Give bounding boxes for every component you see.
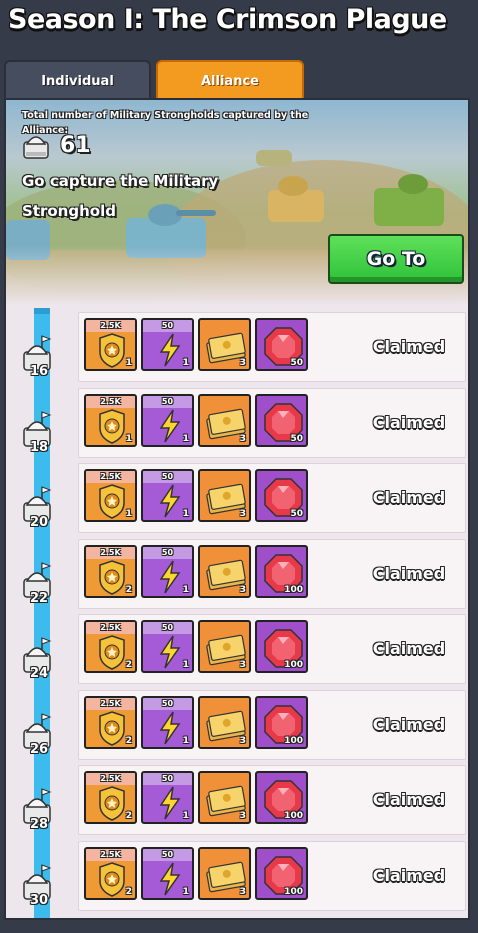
milestone-marker: 22 — [20, 561, 54, 611]
go-to-button[interactable]: Go To — [328, 234, 464, 284]
energy-reward[interactable]: 50 1 — [141, 544, 194, 598]
reward-card: 2.5K 2 50 1 3 100 Claimed — [78, 538, 466, 609]
page-title: Season I: The Crimson Plague — [8, 4, 447, 35]
gem-reward[interactable]: 50 — [255, 318, 308, 371]
milestone-number: 20 — [29, 515, 49, 530]
reward-card: 2.5K 2 50 1 3 100 Claimed — [78, 689, 466, 760]
milestone-marker: 20 — [20, 485, 54, 535]
tank-illustration — [374, 174, 444, 226]
ticket-reward[interactable]: 3 — [198, 393, 251, 447]
energy-reward[interactable]: 50 1 — [141, 771, 194, 824]
tank-illustration — [256, 150, 292, 166]
reward-row: 22 2.5K 2 50 1 3 100 Claimed — [6, 538, 468, 611]
claimed-status: Claimed — [372, 488, 446, 507]
energy-reward[interactable]: 50 1 — [141, 469, 194, 522]
claimed-status: Claimed — [372, 865, 446, 885]
reward-row: 30 2.5K 2 50 1 3 100 Claimed — [6, 840, 468, 913]
reward-card: 2.5K 2 50 1 3 100 Claimed — [78, 765, 466, 835]
tab-alliance[interactable]: Alliance — [156, 60, 304, 100]
ticket-reward[interactable]: 3 — [198, 695, 251, 749]
gem-reward[interactable]: 50 — [255, 393, 308, 447]
claimed-status: Claimed — [372, 639, 446, 658]
milestone-marker: 30 — [20, 863, 54, 913]
milestone-number: 28 — [29, 817, 49, 832]
reward-card: 2.5K 2 50 1 3 100 Claimed — [78, 614, 466, 684]
claimed-status: Claimed — [372, 714, 446, 734]
milestone-number: 18 — [29, 439, 49, 455]
reward-row: 18 2.5K 1 50 1 3 50 Claimed — [6, 387, 468, 460]
claimed-status: Claimed — [372, 412, 446, 432]
milestone-number: 30 — [29, 892, 49, 908]
gem-reward[interactable]: 100 — [255, 544, 308, 598]
milestone-number: 24 — [29, 666, 49, 681]
ticket-reward[interactable]: 3 — [198, 620, 251, 673]
energy-reward[interactable]: 50 1 — [141, 695, 194, 749]
stronghold-icon — [22, 130, 50, 160]
milestone-number: 22 — [29, 590, 49, 606]
milestone-marker: 24 — [20, 636, 54, 686]
reward-card: 2.5K 1 50 1 3 50 Claimed — [78, 463, 466, 533]
badge-reward[interactable]: 2.5K 1 — [84, 469, 137, 522]
gem-reward[interactable]: 100 — [255, 846, 308, 900]
ticket-reward[interactable]: 3 — [198, 771, 251, 824]
reward-row: 16 2.5K 1 50 1 3 50 Claimed — [6, 312, 468, 384]
gem-reward[interactable]: 100 — [255, 620, 308, 673]
ticket-reward[interactable]: 3 — [198, 318, 251, 371]
gem-reward[interactable]: 100 — [255, 771, 308, 824]
battlefield-banner: Total number of Military Strongholds cap… — [6, 100, 468, 306]
milestone-marker: 16 — [20, 334, 54, 384]
ticket-reward[interactable]: 3 — [198, 544, 251, 598]
badge-reward[interactable]: 2.5K 2 — [84, 620, 137, 673]
gem-reward[interactable]: 50 — [255, 469, 308, 522]
rewards-panel: Total number of Military Strongholds cap… — [4, 98, 470, 920]
claimed-status: Claimed — [372, 563, 446, 583]
milestone-number: 26 — [29, 741, 49, 757]
ticket-reward[interactable]: 3 — [198, 846, 251, 900]
badge-reward[interactable]: 2.5K 2 — [84, 544, 137, 598]
milestone-marker: 28 — [20, 787, 54, 837]
badge-reward[interactable]: 2.5K 1 — [84, 318, 137, 371]
ticket-reward[interactable]: 3 — [198, 469, 251, 522]
badge-reward[interactable]: 2.5K 2 — [84, 771, 137, 824]
reward-row: 20 2.5K 1 50 1 3 50 Claimed — [6, 463, 468, 535]
energy-reward[interactable]: 50 1 — [141, 393, 194, 447]
capture-prompt: Go capture the Military Stronghold — [22, 172, 219, 220]
claimed-status: Claimed — [372, 337, 446, 356]
reward-card: 2.5K 2 50 1 3 100 Claimed — [78, 840, 466, 911]
reward-row: 24 2.5K 2 50 1 3 100 Claimed — [6, 614, 468, 686]
energy-reward[interactable]: 50 1 — [141, 318, 194, 371]
claimed-status: Claimed — [372, 790, 446, 809]
reward-row: 28 2.5K 2 50 1 3 100 Claimed — [6, 765, 468, 837]
reward-row: 26 2.5K 2 50 1 3 100 Claimed — [6, 689, 468, 762]
tab-individual[interactable]: Individual — [4, 60, 151, 100]
stronghold-count: 61 — [60, 132, 91, 158]
energy-reward[interactable]: 50 1 — [141, 620, 194, 673]
badge-reward[interactable]: 2.5K 2 — [84, 695, 137, 749]
milestone-marker: 18 — [20, 410, 54, 460]
badge-reward[interactable]: 2.5K 2 — [84, 846, 137, 900]
energy-reward[interactable]: 50 1 — [141, 846, 194, 900]
badge-reward[interactable]: 2.5K 1 — [84, 393, 137, 447]
milestone-number: 16 — [29, 364, 49, 379]
milestone-marker: 26 — [20, 712, 54, 762]
reward-card: 2.5K 1 50 1 3 50 Claimed — [78, 387, 466, 458]
tank-illustration — [268, 176, 324, 222]
tab-bar: Individual Alliance — [4, 60, 474, 100]
reward-card: 2.5K 1 50 1 3 50 Claimed — [78, 312, 466, 382]
gem-reward[interactable]: 100 — [255, 695, 308, 749]
stronghold-count-row: 61 — [22, 128, 91, 162]
